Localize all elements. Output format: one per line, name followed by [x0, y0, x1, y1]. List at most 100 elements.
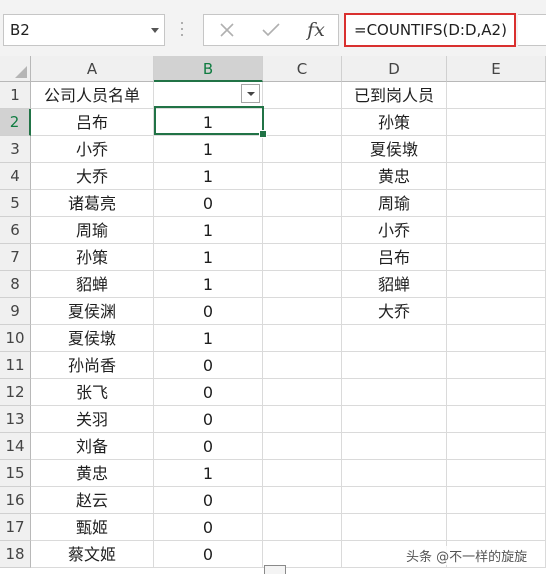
cell-d11[interactable]	[342, 352, 447, 379]
cell-a17[interactable]: 甄姬	[31, 514, 154, 541]
paste-options-icon[interactable]	[264, 565, 286, 574]
cell-e17[interactable]	[447, 514, 546, 541]
cell-c14[interactable]	[263, 433, 342, 460]
cell-c4[interactable]	[263, 163, 342, 190]
cell-c17[interactable]	[263, 514, 342, 541]
row-header-11[interactable]: 11	[0, 352, 31, 379]
cell-d8[interactable]: 貂蝉	[342, 271, 447, 298]
cell-c3[interactable]	[263, 136, 342, 163]
cell-c18[interactable]	[263, 541, 342, 568]
cell-a14[interactable]: 刘备	[31, 433, 154, 460]
row-header-16[interactable]: 16	[0, 487, 31, 514]
row-header-4[interactable]: 4	[0, 163, 31, 190]
row-header-1[interactable]: 1	[0, 82, 31, 109]
cell-b13[interactable]: 0	[154, 406, 263, 433]
confirm-button[interactable]	[251, 15, 291, 45]
cell-d1[interactable]: 已到岗人员	[342, 82, 447, 109]
row-header-12[interactable]: 12	[0, 379, 31, 406]
row-header-2[interactable]: 2	[0, 109, 31, 136]
cell-b16[interactable]: 0	[154, 487, 263, 514]
cell-a12[interactable]: 张飞	[31, 379, 154, 406]
cell-a8[interactable]: 貂蝉	[31, 271, 154, 298]
cell-e2[interactable]	[447, 109, 546, 136]
row-header-3[interactable]: 3	[0, 136, 31, 163]
row-header-10[interactable]: 10	[0, 325, 31, 352]
row-header-13[interactable]: 13	[0, 406, 31, 433]
cell-d2[interactable]: 孙策	[342, 109, 447, 136]
cell-b7[interactable]: 1	[154, 244, 263, 271]
row-header-15[interactable]: 15	[0, 460, 31, 487]
cell-e9[interactable]	[447, 298, 546, 325]
cell-d5[interactable]: 周瑜	[342, 190, 447, 217]
cancel-button[interactable]	[207, 15, 247, 45]
formula-input-extension[interactable]	[518, 14, 546, 46]
cell-c9[interactable]	[263, 298, 342, 325]
cell-a2[interactable]: 吕布	[31, 109, 154, 136]
cell-a18[interactable]: 蔡文姬	[31, 541, 154, 568]
cell-d15[interactable]	[342, 460, 447, 487]
column-header-e[interactable]: E	[447, 56, 546, 82]
cell-a5[interactable]: 诸葛亮	[31, 190, 154, 217]
cell-e15[interactable]	[447, 460, 546, 487]
name-box[interactable]: B2	[3, 14, 165, 46]
row-header-9[interactable]: 9	[0, 298, 31, 325]
cell-d14[interactable]	[342, 433, 447, 460]
cell-a9[interactable]: 夏侯渊	[31, 298, 154, 325]
select-all-button[interactable]	[0, 56, 31, 82]
cell-d13[interactable]	[342, 406, 447, 433]
cell-b6[interactable]: 1	[154, 217, 263, 244]
cell-c6[interactable]	[263, 217, 342, 244]
cell-e1[interactable]	[447, 82, 546, 109]
cell-e16[interactable]	[447, 487, 546, 514]
cell-c2[interactable]	[263, 109, 342, 136]
cell-d10[interactable]	[342, 325, 447, 352]
row-header-14[interactable]: 14	[0, 433, 31, 460]
cell-a6[interactable]: 周瑜	[31, 217, 154, 244]
cell-d16[interactable]	[342, 487, 447, 514]
cell-e10[interactable]	[447, 325, 546, 352]
cell-a7[interactable]: 孙策	[31, 244, 154, 271]
column-header-a[interactable]: A	[31, 56, 154, 82]
row-header-18[interactable]: 18	[0, 541, 31, 568]
cell-e8[interactable]	[447, 271, 546, 298]
formula-input[interactable]: =COUNTIFS(D:D,A2)	[344, 13, 516, 47]
fill-handle[interactable]	[259, 130, 267, 138]
cell-c5[interactable]	[263, 190, 342, 217]
cell-c10[interactable]	[263, 325, 342, 352]
cell-d7[interactable]: 吕布	[342, 244, 447, 271]
cell-a16[interactable]: 赵云	[31, 487, 154, 514]
cell-c11[interactable]	[263, 352, 342, 379]
cell-b4[interactable]: 1	[154, 163, 263, 190]
cell-a3[interactable]: 小乔	[31, 136, 154, 163]
row-header-6[interactable]: 6	[0, 217, 31, 244]
cell-a1[interactable]: 公司人员名单	[31, 82, 154, 109]
insert-function-button[interactable]: fx	[296, 15, 336, 45]
cell-e4[interactable]	[447, 163, 546, 190]
cell-a4[interactable]: 大乔	[31, 163, 154, 190]
cell-e6[interactable]	[447, 217, 546, 244]
drag-handle-icon[interactable]	[180, 18, 184, 36]
cell-c7[interactable]	[263, 244, 342, 271]
chevron-down-icon[interactable]	[151, 28, 159, 33]
cell-e7[interactable]	[447, 244, 546, 271]
filter-dropdown-button[interactable]	[241, 84, 260, 103]
cell-b18[interactable]: 0	[154, 541, 263, 568]
cell-d3[interactable]: 夏侯墩	[342, 136, 447, 163]
column-header-b[interactable]: B	[154, 56, 263, 82]
cell-b10[interactable]: 1	[154, 325, 263, 352]
cell-c16[interactable]	[263, 487, 342, 514]
cell-a15[interactable]: 黄忠	[31, 460, 154, 487]
cell-b8[interactable]: 1	[154, 271, 263, 298]
cell-c1[interactable]	[263, 82, 342, 109]
column-header-c[interactable]: C	[263, 56, 342, 82]
cell-e12[interactable]	[447, 379, 546, 406]
cell-b2[interactable]: 1	[154, 109, 263, 136]
cell-c12[interactable]	[263, 379, 342, 406]
cell-d9[interactable]: 大乔	[342, 298, 447, 325]
cell-e3[interactable]	[447, 136, 546, 163]
cell-e14[interactable]	[447, 433, 546, 460]
cell-d12[interactable]	[342, 379, 447, 406]
cell-e11[interactable]	[447, 352, 546, 379]
cell-b3[interactable]: 1	[154, 136, 263, 163]
cell-c13[interactable]	[263, 406, 342, 433]
